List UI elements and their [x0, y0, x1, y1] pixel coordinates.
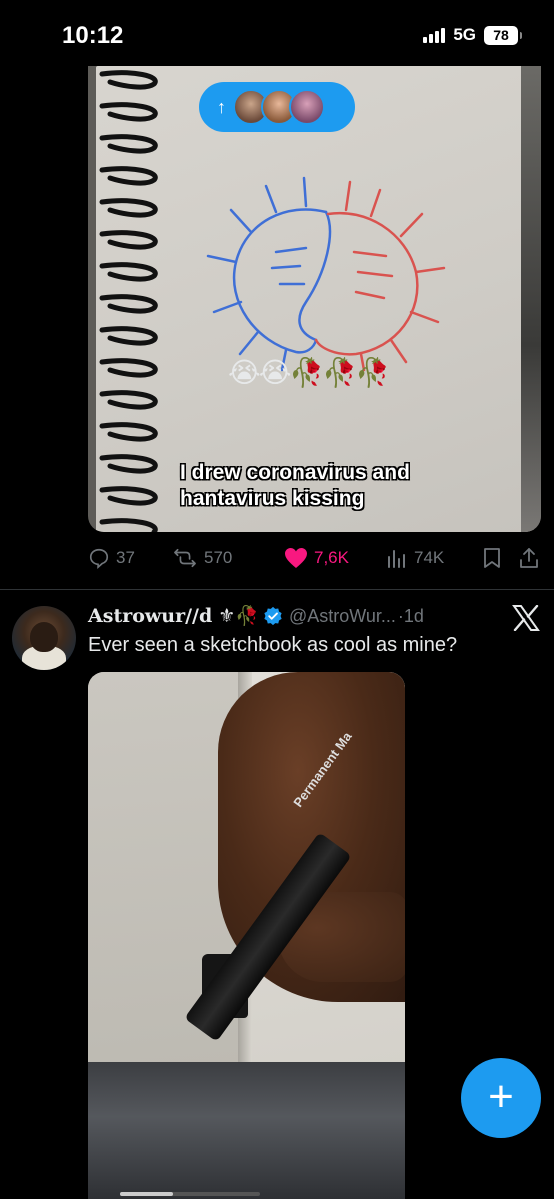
x-logo-icon[interactable] — [512, 605, 540, 631]
emoji-overlay: 😭😭🥀🥀🥀 — [228, 357, 390, 388]
like-count: 7,6K — [314, 548, 349, 567]
video-progress-fill — [120, 1192, 174, 1196]
post-actions: 37 570 7,6K 74K — [88, 540, 541, 576]
post-header: Astrowur//d ⚜🥀 @AstroWur... · 1d — [88, 604, 424, 628]
post-text: Ever seen a sketchbook as cool as mine? — [88, 634, 458, 656]
share-icon — [520, 548, 538, 568]
views-button[interactable]: 74K — [386, 548, 458, 568]
spiral-binding — [99, 70, 158, 532]
video-progress-bar[interactable] — [120, 1192, 260, 1196]
caption-line-1: I drew coronavirus and — [180, 461, 410, 484]
verified-badge-icon — [264, 606, 282, 626]
post-media-video[interactable]: ↑ 😭😭🥀🥀🥀 I drew coronavirus and hantaviru… — [88, 66, 541, 532]
status-time: 10:12 — [62, 22, 124, 49]
status-indicators: 5G 78 — [423, 25, 522, 45]
battery-icon: 78 — [484, 25, 522, 45]
pill-avatar-3 — [289, 89, 325, 125]
repost-count: 570 — [204, 548, 233, 567]
avatar-face — [30, 622, 58, 652]
display-name[interactable]: Astrowur//d — [88, 605, 212, 627]
background-strip — [521, 66, 541, 532]
post-media-video-2[interactable]: Permanent Ma — [88, 672, 405, 1199]
caption-line-2: hantavirus kissing — [180, 487, 365, 510]
analytics-icon — [388, 550, 405, 568]
virus-drawing — [206, 176, 446, 372]
repost-icon — [174, 548, 196, 568]
signal-icon — [423, 27, 446, 43]
author-avatar[interactable] — [12, 606, 76, 670]
jeans-background — [88, 1062, 405, 1199]
new-posts-pill[interactable]: ↑ — [199, 82, 355, 132]
bookmark-button[interactable] — [482, 547, 502, 569]
reply-count: 37 — [116, 548, 135, 567]
author-handle[interactable]: @AstroWur... — [289, 606, 396, 627]
network-type: 5G — [453, 25, 476, 44]
name-emoji: ⚜🥀 — [218, 606, 259, 627]
heart-icon — [285, 548, 307, 568]
view-count: 74K — [414, 548, 445, 567]
video-caption: I drew coronavirus and hantavirus kissin… — [180, 460, 480, 512]
like-button[interactable]: 7,6K — [284, 547, 364, 569]
share-button[interactable] — [518, 547, 540, 569]
status-bar: 10:12 5G 78 — [0, 0, 554, 66]
compose-button[interactable]: + — [461, 1058, 541, 1138]
reply-icon — [89, 548, 109, 569]
bookmark-icon — [484, 548, 500, 568]
post-divider — [0, 589, 554, 590]
reply-button[interactable]: 37 — [88, 547, 152, 569]
post-time[interactable]: 1d — [404, 606, 424, 627]
repost-button[interactable]: 570 — [172, 547, 272, 569]
